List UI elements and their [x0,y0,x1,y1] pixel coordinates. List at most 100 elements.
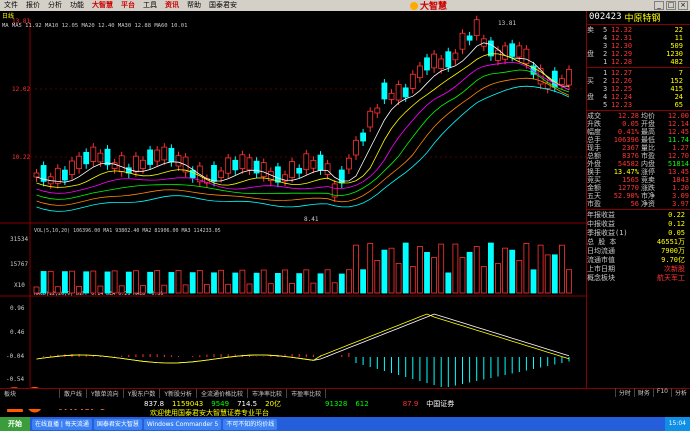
buy-row-label: 买 [587,77,594,85]
rtab-finance[interactable]: 财务 [633,388,653,397]
tab-pe[interactable]: 市盈率比较 [287,389,327,398]
fin-key: 中报收益 [587,220,615,228]
stat-k: 换手 [587,168,601,176]
menu-help[interactable]: 帮助 [183,0,205,11]
stat-k: 成交 [587,112,601,120]
menu-platform[interactable]: 平台 [117,0,139,11]
tab-pb[interactable]: 市净率比较 [248,389,288,398]
stat-v2: 12.00 [667,112,689,120]
volume-bar [175,270,182,294]
volume-bar [125,271,132,294]
rtab-analysis[interactable]: 分析 [670,388,690,397]
rtab-f10[interactable]: F10 [652,388,671,397]
ticker-i: 中国证券 [426,399,455,408]
chart-area[interactable]: 日线 MA MA5 11.92 MA10 12.05 MA20 12.40 MA… [0,11,586,391]
candle [253,160,260,174]
candle [317,154,324,171]
candle [62,169,68,181]
volume-bar [495,263,501,294]
fin-key: 上市日期 [587,265,615,273]
fin-value: 46551万 [656,238,685,246]
buy-orders: 1 12.27 7 买 2 12.26 152 3 12.25 415 盘 4 12.24 24 5 12.2… [587,69,690,109]
menu-tools[interactable]: 工具 [139,0,161,11]
sell-row-idx: 4 [603,34,608,42]
candle [445,51,452,68]
task-2[interactable]: 国泰君安大智慧 [93,418,142,430]
volume-bar [459,257,466,294]
menu-analysis[interactable]: 分析 [44,0,66,11]
buy-row-vol: 7 [678,69,683,77]
volume-bar [97,285,104,294]
menu-news[interactable]: 资讯 [161,0,183,11]
rtab-intraday[interactable]: 分时 [614,388,634,397]
volume-bar [232,272,239,294]
macd-axis-0: 0.96 [10,305,25,312]
volume-bar [367,242,374,294]
sell-row: 卖 5 12.32 22 [587,26,690,34]
start-button[interactable]: 开始 [0,417,30,431]
tab-retail[interactable]: 散户线 [60,389,88,398]
stat-k: 总手 [587,136,601,144]
candle [168,147,175,163]
tab-small-orders[interactable]: Y散单流向 [87,389,124,398]
volume-bar [388,247,395,294]
tab-sector[interactable]: 板块 [0,389,60,398]
fin-value: 航天军工 [657,274,685,282]
sell-row-idx: 1 [603,58,608,66]
fin-row: 上市日期 次新股 [587,265,690,274]
candle [154,149,161,162]
volume-bar [282,269,288,294]
tab-full-float[interactable]: 全流通价格比较 [197,389,249,398]
stat-v: 12770 [617,184,639,192]
stat-v2: 1.20 [672,184,689,192]
volume-bar [147,271,154,294]
task-3[interactable]: Windows Commander 5 [143,418,222,430]
tab-shareholders[interactable]: Y股东户数 [124,389,161,398]
volume-bar [559,244,565,294]
volume-bar [395,262,402,294]
sell-row: 4 12.31 11 [587,34,690,42]
vol-axis-top: 31534 [10,236,28,243]
ticker-g: 612 [355,399,369,408]
menu-function[interactable]: 功能 [66,0,88,11]
fin-row: 中报收益 0.12 [587,220,690,229]
volume-bar [260,269,267,294]
candle [345,157,352,170]
volume-bar [140,285,146,294]
volume-bar [338,273,345,294]
maximize-icon[interactable]: □ [666,1,676,10]
menu-dzh[interactable]: 大智慧 [88,0,117,11]
kline-chart[interactable]: 日线 MA MA5 11.92 MA10 12.05 MA20 12.40 MA… [0,11,586,391]
task-1[interactable]: 在线直播 | 每天流通 [32,418,92,430]
volume-bar [360,269,367,294]
stat-k2: 最低 [641,136,655,144]
volume-bar [54,286,61,294]
stock-header: 002423 中原特钢 [587,11,690,24]
menu-quote[interactable]: 报价 [22,0,44,11]
volume-bar [551,254,558,294]
task-4[interactable]: 不可不知的均价线 [223,418,278,430]
volume-bar [523,243,530,294]
stat-k: 五天 [587,192,601,200]
stat-v: 13.47% [613,168,639,176]
menu-gtja[interactable]: 国泰君安 [205,0,241,11]
stat-v: 106396 [613,136,639,144]
stat-v2: 1843 [672,176,689,184]
minimize-icon[interactable]: _ [654,1,664,10]
volume-bar [452,243,459,294]
sell-row-price: 12.31 [611,34,633,42]
candle [416,65,423,79]
candle [551,70,558,88]
ticker-e: 20亿 [265,399,282,408]
volume-bar [168,272,175,294]
clock: 15:04 [664,417,690,431]
candle [132,155,139,173]
menu-file[interactable]: 文件 [0,0,22,11]
stat-k2: 净资 [641,200,655,208]
tab-ipo[interactable]: Y新股分析 [160,389,198,398]
volume-bar [33,286,40,294]
stat-k2: 涨停 [641,168,655,176]
candle [289,161,296,178]
close-icon[interactable]: × [678,1,688,10]
vol-axis-low: X10 [14,282,25,289]
